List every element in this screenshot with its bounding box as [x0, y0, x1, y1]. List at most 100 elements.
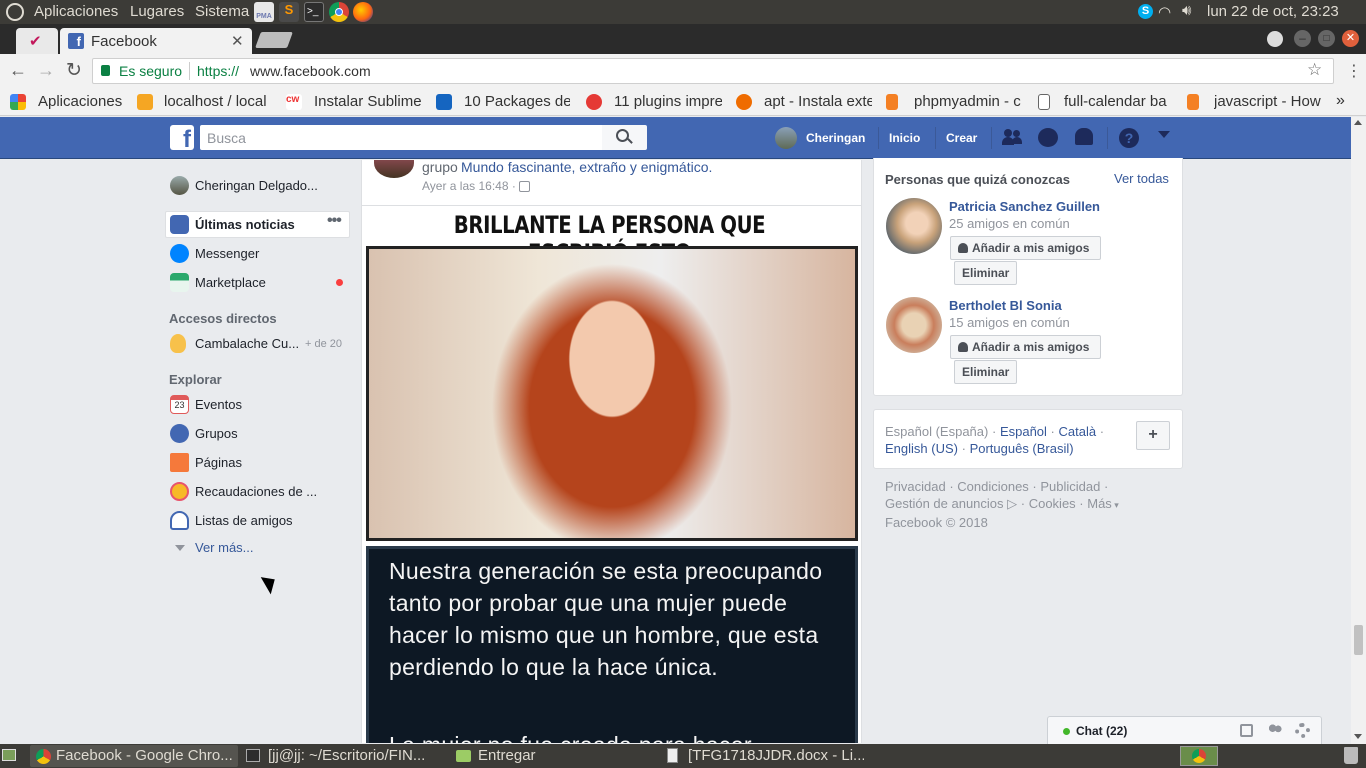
see-more-link[interactable]: Ver más...	[195, 540, 254, 555]
facebook-logo-icon[interactable]: f	[170, 125, 194, 150]
avatar[interactable]	[886, 297, 942, 353]
mutual-friends[interactable]: 25 amigos en común	[949, 216, 1070, 231]
account-icon[interactable]	[1267, 31, 1283, 47]
maximize-icon[interactable]: □	[1318, 30, 1335, 47]
page-scrollbar[interactable]	[1351, 117, 1366, 744]
footer-more[interactable]: Más	[1087, 496, 1112, 511]
taskbar-item-chrome[interactable]: Facebook - Google Chro...	[30, 745, 238, 767]
nav-pages[interactable]: Páginas	[195, 455, 242, 470]
new-group-icon[interactable]	[1267, 724, 1283, 738]
post-group-link[interactable]: Mundo fascinante, extraño y enigmático.	[461, 160, 712, 175]
nav-friend-lists[interactable]: Listas de amigos	[195, 513, 293, 528]
volume-icon[interactable]: 🔊︎	[1182, 2, 1191, 19]
bookmark-apt[interactable]: apt - Instala exte	[764, 93, 872, 110]
terminal-icon[interactable]: >_	[304, 2, 324, 22]
search-input[interactable]: Busca	[200, 125, 602, 150]
nav-messenger[interactable]: Messenger	[195, 246, 259, 261]
bookmark-javascript[interactable]: javascript - How	[1214, 93, 1322, 110]
more-bookmarks-icon[interactable]: »	[1336, 92, 1345, 110]
group-avatar[interactable]	[374, 160, 414, 178]
help-icon[interactable]: ?	[1119, 128, 1139, 148]
apps-grid-icon[interactable]	[10, 94, 26, 110]
bookmark-localhost[interactable]: localhost / local	[164, 93, 272, 110]
pma-icon[interactable]: PMA	[254, 2, 274, 22]
wifi-icon[interactable]: ◠	[1158, 3, 1171, 21]
account-dropdown-icon[interactable]	[1158, 131, 1170, 138]
post-image[interactable]: BRILLANTE LA PERSONA QUE ESCRIBIÓ ESTO N…	[362, 205, 861, 743]
sublime-icon[interactable]: S	[279, 2, 299, 22]
scroll-up-icon[interactable]	[1354, 120, 1362, 125]
show-desktop-icon[interactable]	[2, 749, 16, 761]
bookmark-star-icon[interactable]: ☆	[1307, 60, 1322, 80]
menu-sistema[interactable]: Sistema	[195, 3, 249, 20]
trash-icon[interactable]	[1344, 747, 1358, 764]
bookmark-phpmyadmin[interactable]: phpmyadmin - c	[914, 93, 1022, 110]
avatar[interactable]	[886, 198, 942, 254]
chevron-down-icon[interactable]	[175, 545, 185, 551]
nav-news-feed[interactable]: Últimas noticias	[195, 217, 295, 232]
nav-profile[interactable]: Cheringan Delgado...	[195, 178, 335, 193]
bookmark-fullcalendar[interactable]: full-calendar ba	[1064, 93, 1172, 110]
nav-events[interactable]: Eventos	[195, 397, 242, 412]
person-name[interactable]: Patricia Sanchez Guillen	[949, 199, 1100, 214]
tab-facebook[interactable]: f Facebook ✕	[60, 28, 252, 54]
friend-requests-icon[interactable]	[1002, 129, 1022, 145]
search-button[interactable]	[602, 125, 647, 150]
more-languages-button[interactable]: +	[1136, 421, 1170, 450]
taskbar-item-folder[interactable]: Entregar	[452, 745, 654, 767]
clock[interactable]: lun 22 de oct, 23:23	[1207, 3, 1339, 20]
menu-dots-icon[interactable]: ⋮	[1346, 61, 1362, 81]
forward-icon[interactable]: →	[37, 60, 55, 81]
lock-icon[interactable]	[101, 65, 110, 76]
skype-icon[interactable]: S	[1138, 4, 1153, 19]
bookmark-plugins[interactable]: 11 plugins impre	[614, 93, 722, 110]
footer-cookies[interactable]: Cookies	[1029, 496, 1076, 511]
new-tab-button[interactable]	[255, 32, 293, 48]
chat-label[interactable]: Chat (22)	[1076, 724, 1127, 738]
messenger-icon[interactable]	[1038, 128, 1058, 147]
chat-settings-gear-icon[interactable]	[1295, 723, 1310, 738]
language-ca[interactable]: Català	[1059, 424, 1097, 439]
nav-groups[interactable]: Grupos	[195, 426, 238, 441]
ubuntu-logo-icon[interactable]	[6, 3, 24, 21]
workspace-switcher[interactable]	[1180, 746, 1218, 766]
reload-icon[interactable]: ↻	[66, 59, 82, 82]
menu-lugares[interactable]: Lugares	[130, 3, 184, 20]
remove-button[interactable]: Eliminar	[954, 360, 1018, 384]
language-es[interactable]: Español	[1000, 424, 1047, 439]
secure-label[interactable]: Es seguro	[119, 63, 182, 79]
chat-bar[interactable]: Chat (22)	[1047, 716, 1322, 744]
add-friend-button[interactable]: Añadir a mis amigos	[950, 236, 1101, 260]
bookmark-packages[interactable]: 10 Packages de	[464, 93, 570, 110]
footer-privacy[interactable]: Privacidad	[885, 479, 946, 494]
chrome-icon[interactable]	[329, 2, 349, 22]
taskbar-item-terminal[interactable]: [jj@jj: ~/Escritorio/FIN...	[242, 745, 444, 767]
language-pt[interactable]: Português (Brasil)	[970, 441, 1074, 456]
nav-fundraisers[interactable]: Recaudaciones de ...	[195, 484, 317, 499]
bookmark-sublime[interactable]: Instalar Sublime	[314, 93, 422, 110]
nav-marketplace[interactable]: Marketplace	[195, 275, 266, 290]
profile-avatar[interactable]	[170, 176, 189, 195]
address-bar[interactable]: Es seguro https:// www.facebook.com ☆	[92, 58, 1334, 84]
avatar[interactable]	[775, 127, 797, 149]
nav-shortcut-cambalache[interactable]: Cambalache Cu...	[195, 336, 299, 351]
scrollbar-thumb[interactable]	[1354, 625, 1363, 655]
footer-adchoices[interactable]: Gestión de anuncios	[885, 496, 1004, 511]
home-link[interactable]: Inicio	[889, 131, 920, 145]
taskbar-item-document[interactable]: [TFG1718JJDR.docx - Li...	[662, 745, 864, 767]
post-timestamp[interactable]: Ayer a las 16:48 ·	[422, 179, 516, 193]
compose-icon[interactable]	[1240, 724, 1253, 737]
footer-conditions[interactable]: Condiciones	[957, 479, 1029, 494]
notifications-bell-icon[interactable]	[1075, 128, 1093, 145]
profile-tab[interactable]: ✔	[16, 28, 58, 54]
more-options-icon[interactable]: •••	[327, 212, 342, 230]
person-name[interactable]: Bertholet Bl Sonia	[949, 298, 1062, 313]
close-window-icon[interactable]: ✕	[1342, 30, 1359, 47]
language-en[interactable]: English (US)	[885, 441, 958, 456]
scroll-down-icon[interactable]	[1354, 734, 1362, 739]
close-tab-icon[interactable]: ✕	[231, 32, 244, 50]
back-icon[interactable]: ←	[9, 60, 27, 81]
minimize-icon[interactable]: –	[1294, 30, 1311, 47]
footer-ads[interactable]: Publicidad	[1040, 479, 1100, 494]
mutual-friends[interactable]: 15 amigos en común	[949, 315, 1070, 330]
